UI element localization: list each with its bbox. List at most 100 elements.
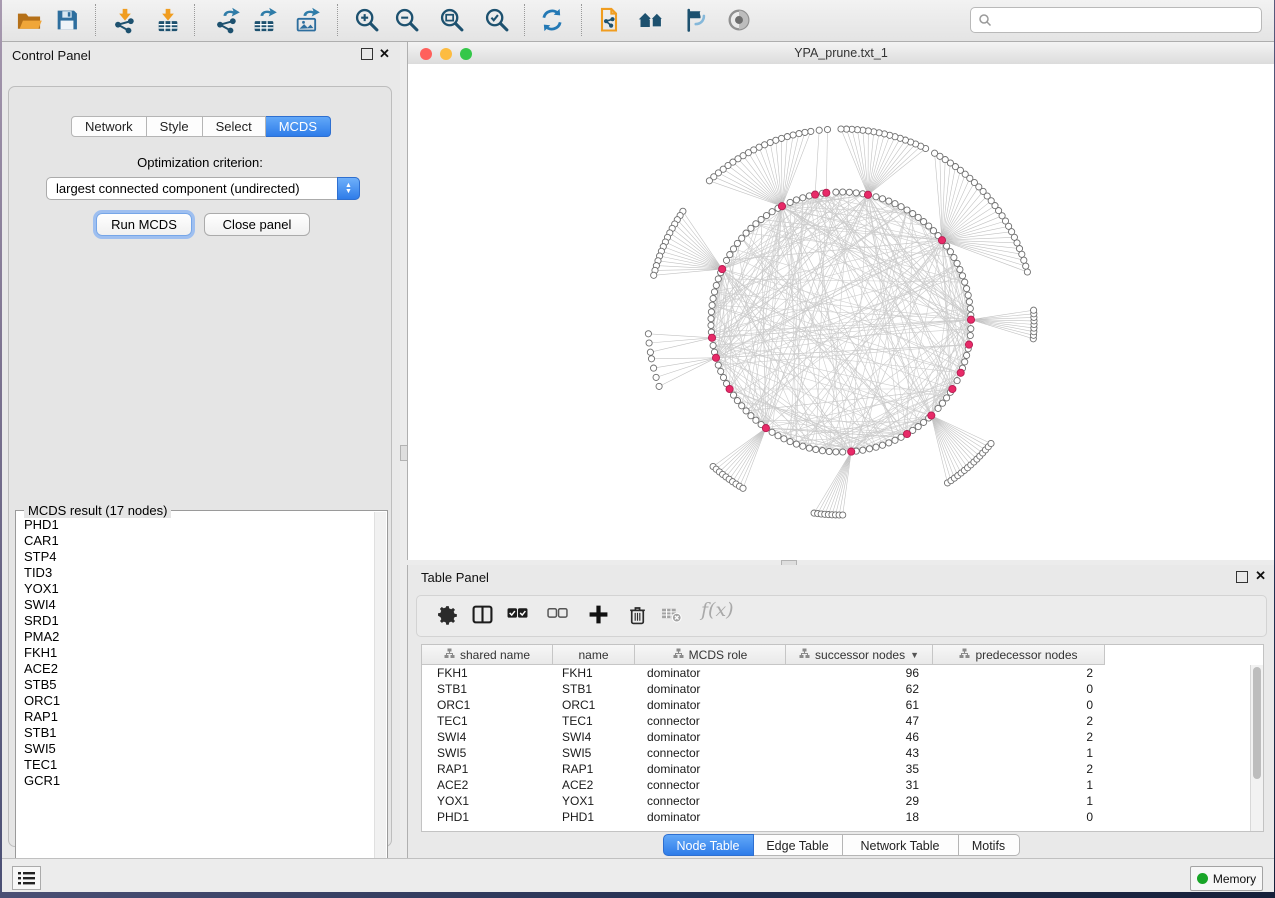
table-cell[interactable]: PHD1 — [553, 809, 644, 825]
table-cell[interactable]: SWI4 — [422, 729, 568, 745]
table-cell[interactable]: RAP1 — [553, 761, 644, 777]
table-row[interactable]: STB1STB1dominator620 — [422, 681, 1105, 697]
deselect-all-icon[interactable] — [547, 604, 568, 630]
tab-mcds[interactable]: MCDS — [266, 116, 331, 137]
table-cell[interactable]: 61 — [786, 697, 919, 713]
export-image-icon[interactable] — [293, 6, 321, 34]
table-cell[interactable]: dominator — [635, 665, 798, 681]
table-cell[interactable]: connector — [635, 793, 798, 809]
table-cell[interactable]: SWI4 — [553, 729, 644, 745]
table-cell[interactable]: 2 — [933, 761, 1093, 777]
table-cell[interactable]: ACE2 — [422, 777, 568, 793]
table-cell[interactable]: 31 — [786, 777, 919, 793]
table-cell[interactable]: dominator — [635, 729, 798, 745]
table-cell[interactable]: 43 — [786, 745, 919, 761]
tab-network[interactable]: Network — [71, 116, 147, 137]
mcds-result-item[interactable]: ACE2 — [17, 661, 375, 677]
table-row[interactable]: PHD1PHD1dominator180 — [422, 809, 1105, 825]
table-cell[interactable]: TEC1 — [422, 713, 568, 729]
mcds-result-item[interactable]: SRD1 — [17, 613, 375, 629]
table-scrollbar-thumb[interactable] — [1253, 667, 1261, 779]
table-cell[interactable]: FKH1 — [422, 665, 568, 681]
column-header-successor-nodes[interactable]: successor nodes▼ — [786, 645, 933, 665]
network-canvas[interactable] — [408, 64, 1274, 560]
column-header-shared-name[interactable]: shared name — [422, 645, 553, 665]
table-cell[interactable]: 62 — [786, 681, 919, 697]
save-session-icon[interactable] — [53, 6, 81, 34]
tab-motifs[interactable]: Motifs — [959, 834, 1020, 856]
mcds-result-list[interactable]: PHD1CAR1STP4TID3YOX1SWI4SRD1PMA2FKH1ACE2… — [17, 517, 375, 881]
table-cell[interactable]: SWI5 — [422, 745, 568, 761]
float-table-panel-icon[interactable] — [1236, 571, 1248, 583]
mcds-result-item[interactable]: STP4 — [17, 549, 375, 565]
table-cell[interactable]: 47 — [786, 713, 919, 729]
select-all-icon[interactable] — [507, 604, 528, 630]
table-cell[interactable]: FKH1 — [553, 665, 644, 681]
tab-node-table[interactable]: Node Table — [663, 834, 754, 856]
table-cell[interactable]: 2 — [933, 713, 1093, 729]
table-row[interactable]: SWI4SWI4dominator462 — [422, 729, 1105, 745]
search-input[interactable] — [970, 7, 1262, 33]
zoom-fit-icon[interactable] — [438, 6, 466, 34]
memory-button[interactable]: Memory — [1190, 866, 1263, 891]
table-cell[interactable]: YOX1 — [422, 793, 568, 809]
column-header-MCDS-role[interactable]: MCDS role — [635, 645, 786, 665]
delete-icon[interactable] — [627, 604, 648, 630]
table-cell[interactable]: 29 — [786, 793, 919, 809]
table-cell[interactable]: dominator — [635, 697, 798, 713]
import-table-icon[interactable] — [154, 6, 182, 34]
columns-icon[interactable] — [472, 604, 493, 630]
mcds-result-item[interactable]: STB1 — [17, 725, 375, 741]
tab-edge-table[interactable]: Edge Table — [754, 834, 843, 856]
table-cell[interactable]: dominator — [635, 681, 798, 697]
mcds-result-item[interactable]: TEC1 — [17, 757, 375, 773]
tab-style[interactable]: Style — [147, 116, 203, 137]
mcds-result-item[interactable]: PMA2 — [17, 629, 375, 645]
mcds-result-item[interactable]: CAR1 — [17, 533, 375, 549]
table-cell[interactable]: connector — [635, 745, 798, 761]
table-cell[interactable]: 35 — [786, 761, 919, 777]
table-cell[interactable]: TEC1 — [553, 713, 644, 729]
run-mcds-button[interactable]: Run MCDS — [96, 213, 192, 236]
table-cell[interactable]: 18 — [786, 809, 919, 825]
apply-layout-icon[interactable] — [538, 6, 566, 34]
table-row[interactable]: TEC1TEC1connector472 — [422, 713, 1105, 729]
show-all-networks-icon[interactable] — [637, 6, 665, 34]
network-window-titlebar[interactable]: YPA_prune.txt_1 — [408, 42, 1274, 65]
task-history-button[interactable] — [12, 866, 41, 890]
close-panel-icon[interactable]: ✕ — [379, 46, 390, 62]
table-cell[interactable]: STB1 — [553, 681, 644, 697]
mcds-result-item[interactable]: YOX1 — [17, 581, 375, 597]
network-graph[interactable] — [408, 64, 1275, 560]
export-table-icon[interactable] — [250, 6, 278, 34]
table-cell[interactable]: connector — [635, 777, 798, 793]
table-row[interactable]: ACE2ACE2connector311 — [422, 777, 1105, 793]
table-cell[interactable]: 1 — [933, 793, 1093, 809]
table-cell[interactable]: SWI5 — [553, 745, 644, 761]
zoom-selected-icon[interactable] — [483, 6, 511, 34]
table-cell[interactable]: 46 — [786, 729, 919, 745]
table-row[interactable]: FKH1FKH1dominator962 — [422, 665, 1105, 681]
table-cell[interactable]: 2 — [933, 729, 1093, 745]
optimization-criterion-select[interactable]: largest connected component (undirected)… — [46, 177, 360, 200]
table-cell[interactable]: 0 — [933, 809, 1093, 825]
table-cell[interactable]: ACE2 — [553, 777, 644, 793]
table-cell[interactable]: STB1 — [422, 681, 568, 697]
table-cell[interactable]: YOX1 — [553, 793, 644, 809]
settings-icon[interactable] — [437, 604, 458, 630]
column-header-predecessor-nodes[interactable]: predecessor nodes — [933, 645, 1105, 665]
column-header-name[interactable]: name — [553, 645, 635, 665]
table-cell[interactable]: 1 — [933, 777, 1093, 793]
table-cell[interactable]: 1 — [933, 745, 1093, 761]
table-cell[interactable]: 0 — [933, 697, 1093, 713]
open-session-icon[interactable] — [15, 6, 43, 34]
mcds-result-item[interactable]: SWI5 — [17, 741, 375, 757]
close-table-panel-icon[interactable]: ✕ — [1255, 568, 1266, 584]
mcds-result-item[interactable]: FKH1 — [17, 645, 375, 661]
table-cell[interactable]: connector — [635, 713, 798, 729]
mcds-list-scrollbar[interactable] — [374, 512, 386, 881]
tab-select[interactable]: Select — [203, 116, 266, 137]
hide-flag-icon[interactable] — [680, 6, 708, 34]
table-scrollbar[interactable] — [1250, 665, 1263, 831]
zoom-out-icon[interactable] — [393, 6, 421, 34]
